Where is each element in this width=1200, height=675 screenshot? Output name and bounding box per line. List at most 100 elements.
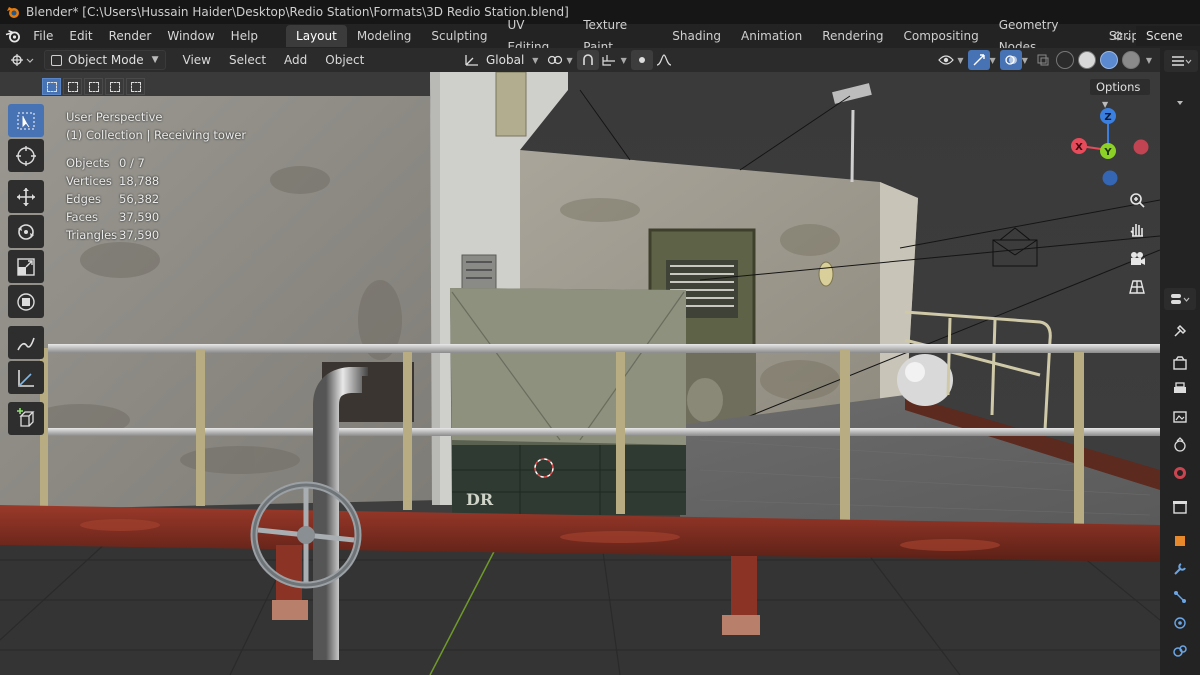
scene-name[interactable]: Scene — [1136, 26, 1200, 46]
chevron-down-icon[interactable]: ▼ — [1022, 56, 1028, 65]
particles-properties-tab[interactable] — [1168, 586, 1192, 608]
printer-icon — [1174, 382, 1186, 393]
orientation-dropdown[interactable]: Global ▼ — [458, 50, 544, 70]
render-properties-tab[interactable] — [1168, 352, 1192, 374]
menu-edit[interactable]: Edit — [61, 24, 100, 48]
select-intersect-button[interactable] — [126, 78, 145, 95]
stat-objects: Objects 0 / 7 — [66, 156, 145, 170]
properties-editor-icon — [1171, 294, 1190, 304]
crate-label: DR — [466, 490, 494, 509]
menu-window[interactable]: Window — [159, 24, 222, 48]
pivot-point-icon[interactable] — [544, 50, 566, 70]
grid-perspective-icon — [1129, 280, 1145, 294]
select-cursor-icon — [17, 112, 35, 129]
annotate-tool[interactable] — [8, 326, 44, 359]
menu-help[interactable]: Help — [223, 24, 266, 48]
chevron-down-icon[interactable]: ▼ — [566, 56, 572, 65]
gizmo-toggle-icon[interactable] — [967, 50, 990, 70]
scale-tool[interactable] — [8, 250, 44, 283]
scene-selector[interactable]: ⚙⌄ Scene — [1110, 24, 1200, 48]
scene-properties-tab[interactable] — [1168, 434, 1192, 456]
modifier-properties-tab[interactable] — [1168, 558, 1192, 580]
snap-toggle-icon[interactable] — [576, 50, 599, 70]
perspective-toggle-button[interactable] — [1124, 274, 1150, 300]
view-layer-properties-tab[interactable] — [1168, 406, 1192, 428]
chevron-down-icon: ▼ — [151, 55, 159, 65]
properties-editor-type-button[interactable] — [1164, 288, 1196, 310]
menu-select[interactable]: Select — [220, 48, 275, 72]
object-properties-tab[interactable] — [1168, 530, 1192, 552]
blender-menu-icon[interactable] — [0, 24, 25, 48]
wireframe-shading-icon[interactable] — [1055, 51, 1074, 69]
zoom-button[interactable] — [1124, 188, 1150, 214]
overlays-toggle-icon[interactable] — [999, 50, 1022, 70]
measure-tool[interactable] — [8, 361, 44, 394]
select-box-tool[interactable] — [8, 104, 44, 137]
gizmo-neg-z-axis[interactable] — [1102, 170, 1118, 186]
transform-tool[interactable] — [8, 285, 44, 318]
material-preview-shading-icon[interactable] — [1099, 51, 1118, 69]
scene-icon: ⚙⌄ — [1112, 29, 1134, 43]
mode-dropdown[interactable]: Object Mode ▼ — [44, 50, 166, 70]
tab-shading[interactable]: Shading — [662, 25, 731, 47]
select-invert-button[interactable] — [105, 78, 124, 95]
proportional-edit-icon[interactable] — [630, 50, 653, 70]
select-subtract-icon — [88, 81, 99, 92]
select-invert-icon — [109, 81, 120, 92]
menu-render[interactable]: Render — [101, 24, 160, 48]
add-cube-icon — [17, 407, 35, 427]
top-menu-bar: File Edit Render Window Help Layout Mode… — [0, 18, 1200, 54]
tab-modeling[interactable]: Modeling — [347, 25, 422, 47]
select-new-button[interactable] — [42, 78, 61, 95]
solid-shading-icon[interactable] — [1077, 51, 1096, 69]
chevron-down-icon[interactable]: ▼ — [1146, 56, 1152, 65]
tab-rendering[interactable]: Rendering — [812, 25, 893, 47]
add-cube-tool[interactable] — [8, 402, 44, 435]
collection-properties-tab[interactable] — [1168, 496, 1192, 518]
transform-icon — [17, 292, 35, 311]
select-extend-button[interactable] — [63, 78, 82, 95]
viewport-info-overlay: User Perspective (1) Collection | Receiv… — [66, 108, 246, 244]
blender-icon — [5, 30, 20, 43]
stat-edges: Edges 56,382 — [66, 192, 160, 206]
navigation-gizmo[interactable]: Z X Y — [1068, 104, 1152, 188]
chevron-down-icon[interactable]: ▼ — [621, 56, 627, 65]
select-subtract-button[interactable] — [84, 78, 103, 95]
move-tool[interactable] — [8, 180, 44, 213]
tab-sculpting[interactable]: Sculpting — [421, 25, 497, 47]
tool-properties-tab[interactable] — [1168, 320, 1192, 342]
falloff-curve-icon[interactable] — [653, 50, 675, 70]
window-title: Blender* [C:\Users\Hussain Haider\Deskto… — [26, 5, 569, 19]
visibility-eye-icon[interactable] — [935, 50, 957, 70]
snap-target-icon[interactable] — [599, 50, 621, 70]
output-properties-tab[interactable] — [1168, 378, 1192, 400]
menu-view[interactable]: View — [174, 48, 220, 72]
chevron-down-icon[interactable]: ▼ — [957, 56, 963, 65]
collapse-arrow-icon[interactable] — [1168, 92, 1192, 114]
gizmo-neg-x-axis[interactable] — [1133, 139, 1149, 155]
rendered-shading-icon[interactable] — [1121, 51, 1140, 69]
menu-object[interactable]: Object — [316, 48, 373, 72]
options-dropdown[interactable]: Options ▼ — [1089, 78, 1151, 109]
particles-icon — [1174, 591, 1186, 603]
menu-file[interactable]: File — [25, 24, 61, 48]
xray-toggle-icon[interactable] — [1032, 50, 1054, 70]
3d-viewport-icon — [11, 54, 34, 66]
editor-type-button[interactable] — [4, 50, 40, 70]
tab-layout[interactable]: Layout — [286, 25, 347, 47]
chevron-down-icon[interactable]: ▼ — [990, 56, 996, 65]
outliner-filter-button[interactable] — [1164, 50, 1198, 72]
menu-add[interactable]: Add — [275, 48, 316, 72]
transform-tools: Global ▼ ▼ ▼ — [458, 50, 675, 70]
tab-animation[interactable]: Animation — [731, 25, 812, 47]
rotate-tool[interactable] — [8, 215, 44, 248]
viewport-display-tools: ▼ ▼ ▼ ▼ — [935, 50, 1156, 70]
world-globe-icon — [1174, 467, 1186, 479]
world-properties-tab[interactable] — [1168, 462, 1192, 484]
physics-properties-tab[interactable] — [1168, 612, 1192, 634]
cursor-tool[interactable] — [8, 139, 44, 172]
camera-view-button[interactable] — [1124, 246, 1150, 272]
tab-compositing[interactable]: Compositing — [893, 25, 988, 47]
constraints-properties-tab[interactable] — [1168, 640, 1192, 662]
pan-button[interactable] — [1124, 216, 1150, 242]
